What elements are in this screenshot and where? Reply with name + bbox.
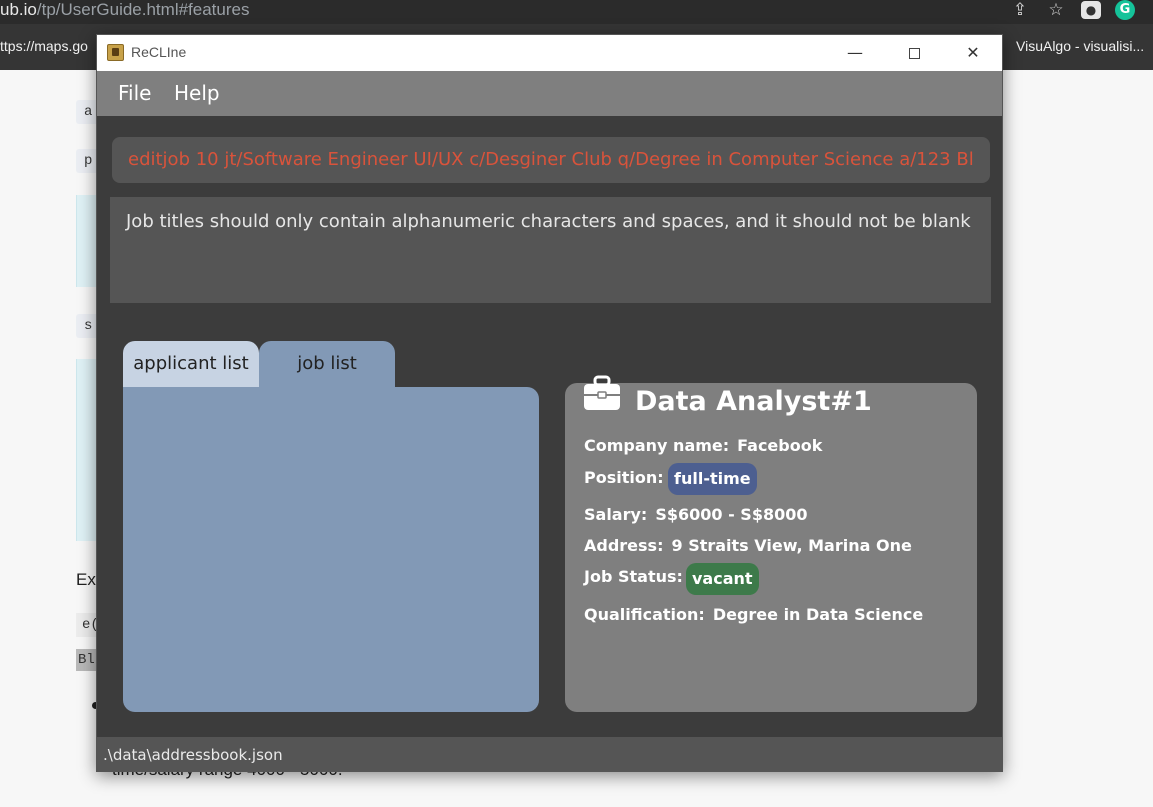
status-field: Job Status: — [584, 567, 691, 586]
qualification-label: Qualification: — [584, 605, 705, 624]
browser-address-bar[interactable]: ub.io/tp/UserGuide.html#features ⇪ ☆ ● G — [0, 0, 1153, 24]
bookmark-maps[interactable]: ttps://maps.go — [0, 38, 88, 54]
close-button[interactable]: ✕ — [959, 41, 987, 65]
company-field: Company name: Facebook — [584, 436, 822, 455]
grammarly-icon[interactable]: G — [1115, 0, 1135, 20]
job-title: Data Analyst#1 — [635, 386, 872, 417]
address-field: Address: 9 Straits View, Marina One — [584, 536, 912, 555]
app-icon — [107, 44, 124, 61]
extension-icon[interactable]: ● — [1081, 1, 1101, 19]
share-icon[interactable]: ⇪ — [1009, 1, 1031, 19]
status-bar: .\data\addressbook.json — [97, 737, 1002, 771]
briefcase-icon — [584, 375, 620, 410]
title-bar[interactable]: ReCLIne — ✕ — [97, 35, 1002, 71]
status-label: Job Status: — [584, 567, 683, 586]
status-badge: vacant — [686, 563, 759, 595]
command-input[interactable]: editjob 10 jt/Software Engineer UI/UX c/… — [128, 149, 988, 170]
company-value: Facebook — [737, 436, 823, 455]
data-file-path: .\data\addressbook.json — [103, 746, 283, 764]
minimize-button[interactable]: — — [841, 41, 869, 65]
app-window: ReCLIne — ✕ File Help editjob 10 jt/Soft… — [96, 34, 1003, 772]
result-display[interactable]: Job titles should only contain alphanume… — [110, 197, 991, 303]
bg-text: Ex — [76, 570, 96, 589]
position-field: Position: — [584, 468, 672, 487]
job-detail-card: Data Analyst#1 Company name: Facebook Pos… — [565, 375, 977, 712]
tab-job-list[interactable]: job list — [259, 341, 395, 387]
salary-value: S$6000 - S$8000 — [655, 505, 808, 524]
address-value: 9 Straits View, Marina One — [671, 536, 912, 555]
qualification-field: Qualification: Degree in Data Science — [584, 605, 923, 624]
browser-url[interactable]: ub.io/tp/UserGuide.html#features — [0, 0, 249, 20]
salary-label: Salary: — [584, 505, 648, 524]
star-icon[interactable]: ☆ — [1045, 1, 1067, 19]
applicant-list-panel[interactable] — [123, 387, 539, 712]
position-badge: full-time — [668, 463, 757, 495]
bg-code-line: Bl — [76, 649, 97, 671]
menu-bar: File Help — [97, 71, 1002, 116]
menu-help[interactable]: Help — [174, 81, 220, 105]
command-box[interactable]: editjob 10 jt/Software Engineer UI/UX c/… — [112, 137, 990, 183]
salary-field: Salary: S$6000 - S$8000 — [584, 505, 807, 524]
company-label: Company name: — [584, 436, 730, 455]
position-label: Position: — [584, 468, 664, 487]
maximize-button[interactable] — [900, 41, 928, 65]
menu-file[interactable]: File — [118, 81, 151, 105]
result-message: Job titles should only contain alphanume… — [126, 211, 971, 232]
address-label: Address: — [584, 536, 664, 555]
bookmark-visualgo[interactable]: VisuAlgo - visualisi... — [1016, 38, 1144, 54]
tab-applicant-list[interactable]: applicant list — [123, 341, 259, 387]
qualification-value: Degree in Data Science — [712, 605, 924, 624]
window-title: ReCLIne — [131, 44, 187, 60]
